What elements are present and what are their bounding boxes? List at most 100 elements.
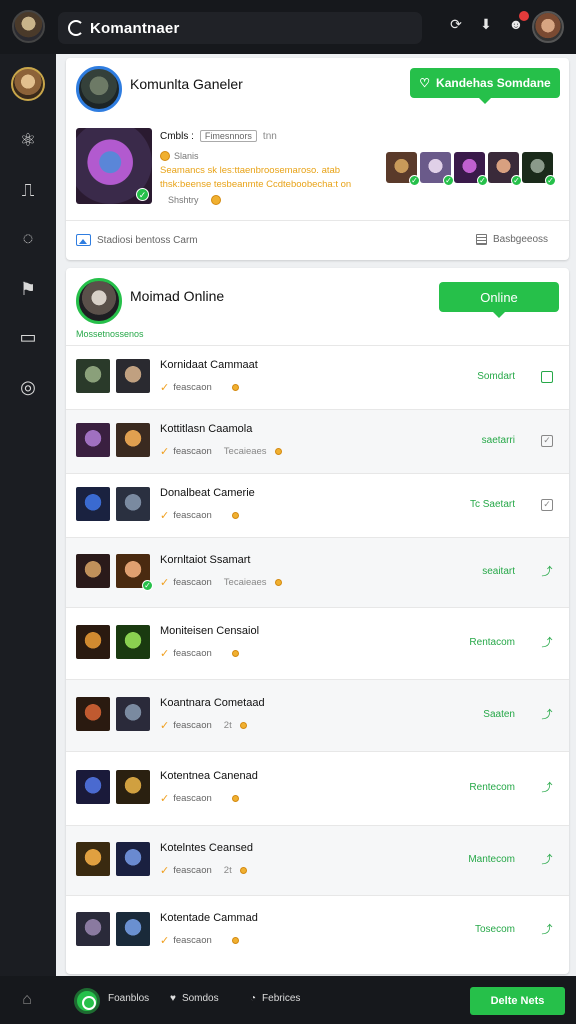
member-meta-text: feascaon	[173, 577, 212, 588]
member-avatar[interactable]	[76, 624, 110, 659]
action-icon[interactable]: ⤴	[541, 709, 553, 721]
action-icon[interactable]: ⤴	[541, 782, 553, 794]
user-avatar[interactable]	[532, 11, 564, 43]
top-icons: ⟳ ⬇ ☻	[448, 11, 529, 32]
list-item[interactable]: Donalbeat Camerie ✓ feascaon Tc Saetart ✓	[66, 473, 569, 537]
member-meta-extra: 2t	[223, 865, 232, 876]
member-avatar-secondary[interactable]	[116, 769, 150, 804]
member-avatar[interactable]	[76, 422, 110, 457]
meta-tag[interactable]: Fimesnnors	[199, 130, 257, 142]
member-avatar-secondary[interactable]	[116, 696, 150, 731]
member-name: Kottitlasn Caamola	[160, 423, 253, 435]
action-icon[interactable]: ⤴	[541, 854, 553, 866]
coin-icon	[274, 579, 282, 586]
member-avatar[interactable]	[76, 841, 110, 876]
bottom-item-1[interactable]: Foanblos	[108, 993, 149, 1004]
status-text: saetarri	[481, 435, 515, 446]
member-status[interactable]: Rentacom	[469, 637, 515, 648]
member-status[interactable]: saetarri	[482, 435, 515, 446]
verified-icon: ✓	[160, 720, 170, 732]
online-button-label: Online	[480, 289, 518, 305]
action-icon[interactable]: ⤴	[541, 637, 553, 649]
chat-icon[interactable]: ◌	[18, 228, 38, 248]
coin-icon	[239, 722, 247, 729]
member-name: Donalbeat Camerie	[160, 487, 255, 499]
bottom-item-3-label: Febrices	[262, 993, 301, 1004]
checkbox-icon[interactable]: ✓	[541, 499, 553, 511]
refresh-icon[interactable]: ⟳	[448, 16, 464, 32]
stadium-link[interactable]: Stadiosi bentoss Carm	[76, 234, 198, 246]
list-item[interactable]: Moniteisen Censaiol ✓ feascaon Rentacom ⤴	[66, 607, 569, 679]
app-avatar[interactable]	[12, 10, 45, 43]
member-status[interactable]: Tc Saetart	[470, 499, 515, 510]
status-text: Somdart	[477, 371, 515, 382]
member-avatar[interactable]	[76, 486, 110, 521]
member-thumbnail[interactable]: ✓	[420, 152, 454, 186]
inbox-icon[interactable]: ▭	[18, 327, 38, 347]
member-avatar[interactable]	[76, 696, 110, 731]
status-text: seaitart	[482, 566, 515, 577]
member-avatar[interactable]	[76, 911, 110, 946]
game-cover-image[interactable]: ✓	[76, 128, 152, 204]
list-item[interactable]: ✓ Kornltaiot Ssamart ✓ feascaon Tecaieaes sea…	[66, 537, 569, 607]
online-avatar[interactable]	[76, 278, 122, 324]
list-item[interactable]: Kotentade Cammad ✓ feascaon Tosecom ⤴	[66, 895, 569, 965]
member-name: Moniteisen Censaiol	[160, 625, 260, 637]
member-avatar-secondary[interactable]	[116, 624, 150, 659]
member-avatar-secondary[interactable]: ✓	[116, 553, 153, 591]
list-item[interactable]: Koantnara Cometaad ✓ feascaon 2t Saaten ⤴	[66, 679, 569, 751]
checkbox-icon[interactable]: ✓	[541, 435, 553, 447]
flag-icon[interactable]: ⚑	[18, 279, 38, 299]
member-avatar[interactable]	[76, 358, 110, 393]
coin-icon	[274, 448, 282, 455]
download-icon[interactable]: ⬇	[478, 16, 494, 32]
member-meta-extra: Tecaieaes	[223, 446, 267, 457]
member-avatar-secondary[interactable]	[116, 486, 150, 521]
network-icon[interactable]: ⚛	[18, 130, 38, 150]
stadium-label: Stadiosi bentoss Carm	[97, 234, 198, 246]
bottom-item-2[interactable]: ♥ Somdos	[170, 993, 219, 1004]
member-thumbnail[interactable]: ✓	[386, 152, 420, 186]
member-avatar[interactable]	[76, 769, 110, 804]
member-avatar-secondary[interactable]	[116, 911, 150, 946]
settings-icon[interactable]: ◎	[18, 377, 38, 397]
member-thumbnail[interactable]: ✓	[522, 152, 556, 186]
coin-icon	[160, 151, 170, 161]
member-thumbnail[interactable]: ✓	[454, 152, 488, 186]
member-name: Kornltaiot Ssamart	[160, 554, 251, 566]
list-item[interactable]: Kottitlasn Caamola ✓ feascaon Tecaieaes saet…	[66, 409, 569, 473]
profile-card-icon[interactable]: ⎍	[18, 180, 38, 200]
shiny-text: Shshtry	[168, 195, 199, 205]
member-status[interactable]: Saaten	[483, 709, 515, 720]
list-item[interactable]: Kornidaat Cammaat ✓ feascaon Somdart	[66, 345, 569, 409]
member-avatar-secondary[interactable]	[116, 841, 150, 876]
checkbox-icon[interactable]	[541, 371, 553, 383]
member-avatar-secondary[interactable]	[116, 358, 150, 393]
list-item[interactable]: Kotelntes Ceansed ✓ feascaon 2t Mantecom ⤴	[66, 825, 569, 895]
member-avatar[interactable]	[76, 553, 110, 588]
meta-suffix: tnn	[262, 130, 277, 142]
community-action-button[interactable]: ♡ Kandehas Somdane	[410, 68, 560, 104]
member-status[interactable]: Mantecom	[468, 854, 515, 865]
member-avatar-secondary[interactable]	[116, 422, 150, 457]
bottom-item-3[interactable]: ◔ Febrices	[250, 993, 300, 1004]
home-icon[interactable]: ⌂	[18, 991, 36, 1009]
chat-icon: ◔	[250, 993, 257, 1004]
action-icon[interactable]: ⤴	[541, 924, 553, 936]
member-status[interactable]: Somdart	[477, 371, 515, 382]
list-item[interactable]: Kotentnea Canenad ✓ feascaon Rentecom ⤴	[66, 751, 569, 825]
notification-icon[interactable]: ☻	[508, 11, 529, 32]
delete-button[interactable]: Delte Nets	[470, 987, 565, 1015]
status-circle-icon[interactable]	[74, 988, 100, 1014]
sidebar-avatar[interactable]	[11, 67, 45, 101]
community-avatar[interactable]	[76, 66, 122, 112]
member-status[interactable]: Tosecom	[475, 924, 515, 935]
member-thumbnail[interactable]: ✓	[488, 152, 522, 186]
member-status[interactable]: Rentecom	[469, 782, 515, 793]
member-status[interactable]: seaitart	[482, 566, 515, 577]
verified-icon: ✓	[160, 510, 170, 522]
online-button[interactable]: Online	[439, 282, 559, 318]
title-bar[interactable]: Komantnaer	[58, 12, 422, 44]
action-icon[interactable]: ⤴	[541, 566, 553, 578]
badges-link[interactable]: Basbgeeoss	[476, 234, 548, 245]
